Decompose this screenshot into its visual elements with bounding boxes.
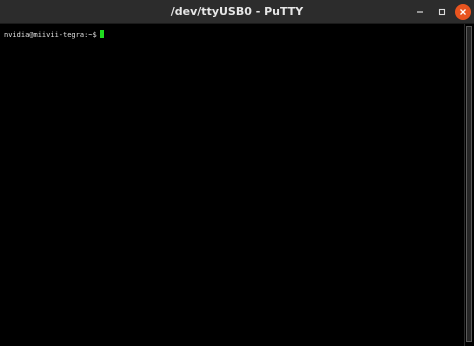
prompt-line: nvidia@miivii-tegra:~$ [4, 30, 104, 40]
maximize-button[interactable] [434, 4, 450, 20]
title-bar[interactable]: /dev/ttyUSB0 - PuTTY [0, 0, 474, 24]
shell-prompt: nvidia@miivii-tegra:~$ [4, 31, 97, 39]
putty-window: /dev/ttyUSB0 - PuTTY nvidia@miivii-tegra… [0, 0, 474, 346]
window-title: /dev/ttyUSB0 - PuTTY [170, 5, 304, 18]
minimize-icon [417, 11, 423, 13]
minimize-button[interactable] [412, 4, 428, 20]
terminal-area[interactable]: nvidia@miivii-tegra:~$ [0, 24, 464, 346]
close-icon [460, 9, 466, 15]
terminal-cursor [99, 30, 104, 38]
close-button[interactable] [455, 4, 471, 20]
maximize-icon [438, 8, 446, 16]
vertical-scrollbar[interactable] [464, 24, 474, 346]
scrollbar-thumb[interactable] [466, 26, 472, 342]
